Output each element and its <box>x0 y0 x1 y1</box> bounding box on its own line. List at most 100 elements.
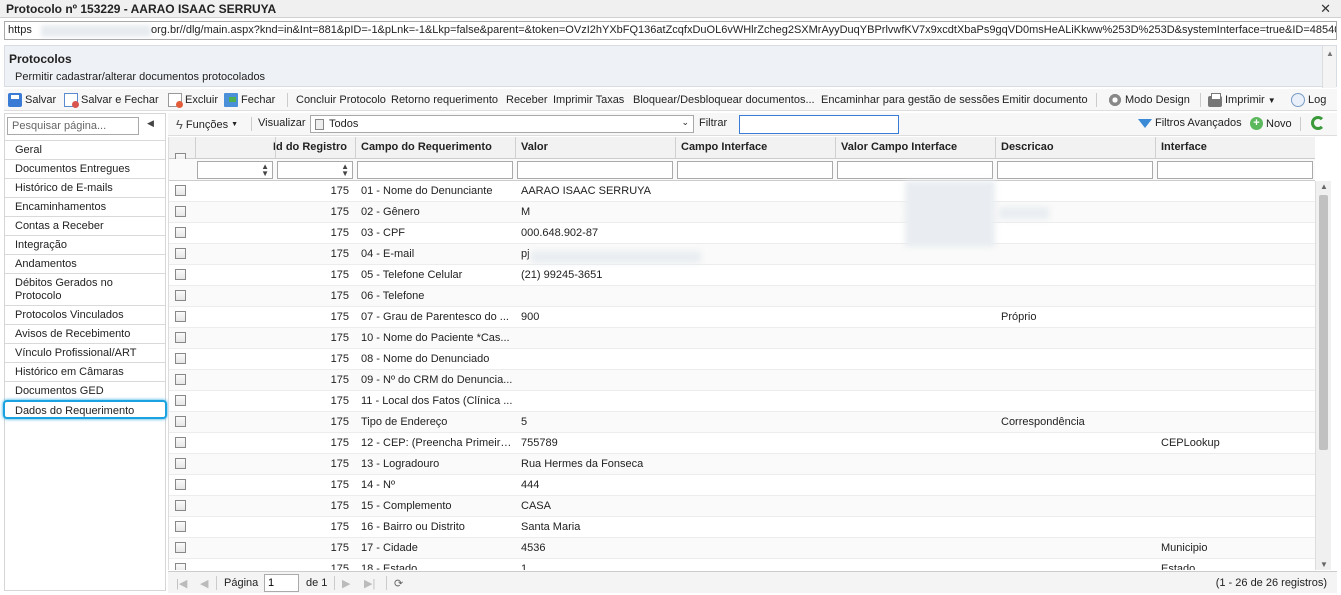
id-filter-input[interactable]: ▲ ▼ <box>197 161 273 179</box>
sidebar-item-historico-camaras[interactable]: Histórico em Câmaras <box>5 362 165 381</box>
id-filter-input[interactable]: ▲ ▼ <box>277 161 353 179</box>
spinner-icon[interactable]: ▲ ▼ <box>261 163 269 178</box>
column-header-valor[interactable]: Valor <box>521 141 548 153</box>
table-row[interactable]: 175 07 - Grau de Parentesco do ... 900 Próp… <box>169 307 1315 328</box>
log-button[interactable]: Log <box>1291 92 1326 108</box>
sidebar-item-protocolos-vinculados[interactable]: Protocolos Vinculados <box>5 305 165 324</box>
table-row[interactable]: 175 10 - Nome do Paciente *Cas... <box>169 328 1315 349</box>
sidebar-item-vinculo-profissional[interactable]: Vínculo Profissional/ART <box>5 343 165 362</box>
chevron-down-icon[interactable]: ▼ <box>1268 96 1276 105</box>
return-request-button[interactable]: Retorno requerimento <box>391 92 498 108</box>
row-checkbox[interactable] <box>175 185 186 196</box>
row-checkbox[interactable] <box>175 206 186 217</box>
column-header-id[interactable]: Id do Registro <box>273 141 347 153</box>
row-checkbox[interactable] <box>175 290 186 301</box>
sidebar-item-encaminhamentos[interactable]: Encaminhamentos <box>5 197 165 216</box>
row-checkbox[interactable] <box>175 353 186 364</box>
table-row[interactable]: 175 18 - Estado 1 Estado <box>169 559 1315 570</box>
sidebar-item-contas-receber[interactable]: Contas a Receber <box>5 216 165 235</box>
row-checkbox[interactable] <box>175 500 186 511</box>
sidebar-item-historico-emails[interactable]: Histórico de E-mails <box>5 178 165 197</box>
row-checkbox[interactable] <box>175 311 186 322</box>
filter-input[interactable] <box>739 115 899 134</box>
column-header-interface[interactable]: Interface <box>1161 141 1207 153</box>
row-checkbox[interactable] <box>175 374 186 385</box>
scrollbar-thumb[interactable] <box>1319 195 1328 450</box>
campo-filter-input[interactable] <box>357 161 513 179</box>
table-row[interactable]: 175 13 - Logradouro Rua Hermes da Fonseca <box>169 454 1315 475</box>
table-row[interactable]: 175 Tipo de Endereço 5 Correspondência <box>169 412 1315 433</box>
table-row[interactable]: 175 03 - CPF 000.648.902-87 <box>169 223 1315 244</box>
row-checkbox[interactable] <box>175 479 186 490</box>
lock-documents-button[interactable]: Bloquear/Desbloquear documentos... <box>633 92 815 108</box>
table-row[interactable]: 175 15 - Complemento CASA <box>169 496 1315 517</box>
print-fees-button[interactable]: Imprimir Taxas <box>553 92 624 108</box>
close-button[interactable]: Fechar <box>224 92 275 108</box>
table-row[interactable]: 175 12 - CEP: (Preencha Primeira... 755789… <box>169 433 1315 454</box>
sidebar-item-geral[interactable]: Geral <box>5 140 165 159</box>
column-header-descricao[interactable]: Descricao <box>1001 141 1054 153</box>
interface-filter-input[interactable] <box>1157 161 1313 179</box>
sidebar-item-documentos-entregues[interactable]: Documentos Entregues <box>5 159 165 178</box>
new-button[interactable]: + Novo <box>1250 117 1292 130</box>
page-scrollbar[interactable]: ▲ <box>1322 46 1336 88</box>
delete-button[interactable]: Excluir <box>168 92 218 108</box>
grid-scrollbar[interactable]: ▲ ▼ <box>1315 181 1331 570</box>
save-button[interactable]: Salvar <box>8 92 56 108</box>
receive-button[interactable]: Receber <box>506 92 548 108</box>
prev-page-icon[interactable]: ◀ <box>200 577 208 590</box>
table-row[interactable]: 175 16 - Bairro ou Distrito Santa Maria <box>169 517 1315 538</box>
table-row[interactable]: 175 04 - E-mail pj <box>169 244 1315 265</box>
row-checkbox[interactable] <box>175 332 186 343</box>
design-mode-button[interactable]: Modo Design <box>1108 92 1190 108</box>
save-and-close-button[interactable]: Salvar e Fechar <box>64 92 159 108</box>
column-header-campo-interface[interactable]: Campo Interface <box>681 141 767 153</box>
collapse-sidebar-icon[interactable]: ◀ <box>147 118 154 129</box>
campo-interface-filter-input[interactable] <box>677 161 833 179</box>
forward-sessions-button[interactable]: Encaminhar para gestão de sessões <box>821 92 1000 108</box>
table-row[interactable]: 175 05 - Telefone Celular (21) 99245-3651 <box>169 265 1315 286</box>
row-checkbox[interactable] <box>175 563 186 570</box>
page-number-input[interactable] <box>264 574 299 592</box>
last-page-icon[interactable]: ▶| <box>364 577 375 590</box>
row-checkbox[interactable] <box>175 542 186 553</box>
sidebar-item-integracao[interactable]: Integração <box>5 235 165 254</box>
sidebar-item-andamentos[interactable]: Andamentos <box>5 254 165 273</box>
row-checkbox[interactable] <box>175 521 186 532</box>
url-bar[interactable]: https org.br//dlg/main.aspx?knd=in&Int=8… <box>4 21 1337 40</box>
first-page-icon[interactable]: |◀ <box>176 577 187 590</box>
table-row[interactable]: 175 17 - Cidade 4536 Municipio <box>169 538 1315 559</box>
spinner-icon[interactable]: ▲ ▼ <box>341 163 349 178</box>
row-checkbox[interactable] <box>175 227 186 238</box>
valor-campo-interface-filter-input[interactable] <box>837 161 993 179</box>
scroll-down-icon[interactable]: ▼ <box>1320 560 1328 569</box>
column-header-valor-campo-interface[interactable]: Valor Campo Interface <box>841 141 957 153</box>
table-row[interactable]: 175 09 - Nº do CRM do Denuncia... <box>169 370 1315 391</box>
table-row[interactable]: 175 02 - Gênero M <box>169 202 1315 223</box>
table-row[interactable]: 175 06 - Telefone <box>169 286 1315 307</box>
page-search-input[interactable] <box>7 117 139 135</box>
row-checkbox[interactable] <box>175 437 186 448</box>
sidebar-item-documentos-ged[interactable]: Documentos GED <box>5 381 165 400</box>
table-row[interactable]: 175 11 - Local dos Fatos (Clínica ... <box>169 391 1315 412</box>
advanced-filters-button[interactable]: Filtros Avançados <box>1138 117 1242 129</box>
descricao-filter-input[interactable] <box>997 161 1153 179</box>
chevron-down-icon[interactable]: ⌄ <box>681 117 689 128</box>
print-button[interactable]: Imprimir ▼ <box>1208 92 1276 108</box>
functions-menu-button[interactable]: ϟ Funções ▼ <box>176 117 238 132</box>
row-checkbox[interactable] <box>175 416 186 427</box>
scroll-up-icon[interactable]: ▲ <box>1320 182 1328 191</box>
sidebar-item-dados-requerimento[interactable]: Dados do Requerimento <box>3 400 167 419</box>
row-checkbox[interactable] <box>175 395 186 406</box>
scroll-up-icon[interactable]: ▲ <box>1326 49 1334 58</box>
close-icon[interactable]: ✕ <box>1320 1 1331 17</box>
next-page-icon[interactable]: ▶ <box>342 577 350 590</box>
table-row[interactable]: 175 01 - Nome do Denunciante AARAO ISAAC S… <box>169 181 1315 202</box>
table-row[interactable]: 175 14 - Nº 444 <box>169 475 1315 496</box>
valor-filter-input[interactable] <box>517 161 673 179</box>
row-checkbox[interactable] <box>175 248 186 259</box>
conclude-protocol-button[interactable]: Concluir Protocolo <box>296 92 386 108</box>
view-select[interactable]: Todos ⌄ <box>310 115 694 133</box>
column-header-campo[interactable]: Campo do Requerimento <box>361 141 492 153</box>
sidebar-item-debitos-gerados[interactable]: Débitos Gerados no Protocolo <box>5 273 165 305</box>
